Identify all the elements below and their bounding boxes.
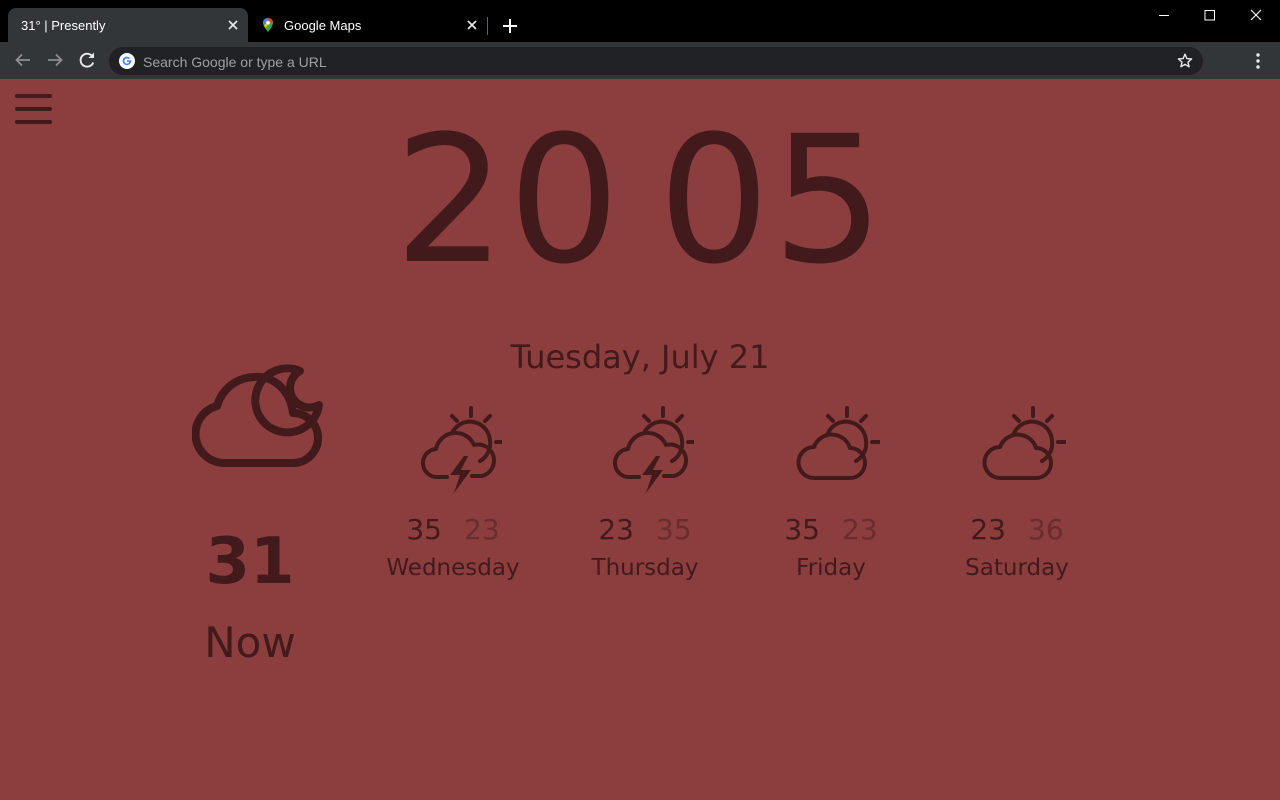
- current-temperature: 31: [205, 525, 295, 599]
- close-tab-icon[interactable]: [464, 17, 480, 33]
- google-g-icon: [119, 53, 135, 69]
- browser-toolbar: Search Google or type a URL: [0, 42, 1280, 79]
- forecast-day-name: Saturday: [965, 555, 1069, 581]
- current-label: Now: [204, 618, 296, 667]
- back-arrow-icon[interactable]: [11, 48, 35, 72]
- forecast-high: 23: [598, 513, 634, 546]
- forecast-temps: 35 23: [746, 513, 916, 547]
- presently-page: 20 05 Tuesday, July 21 31 Now 35 23 Wednes…: [0, 79, 1280, 800]
- bookmark-star-icon[interactable]: [1176, 52, 1194, 70]
- minimize-icon[interactable]: [1141, 0, 1187, 32]
- forecast-day-name: Friday: [796, 555, 866, 581]
- forecast-temps: 35 23: [368, 513, 538, 547]
- clock-minutes: 05: [658, 98, 886, 303]
- forecast-low: 23: [842, 513, 878, 546]
- maps-pin-icon: [263, 18, 273, 32]
- maximize-icon[interactable]: [1187, 0, 1233, 32]
- forecast-day-name: Wednesday: [386, 555, 520, 581]
- close-window-icon[interactable]: [1233, 0, 1279, 32]
- close-tab-icon[interactable]: [225, 17, 241, 33]
- tab-strip: 31° | Presently Google Maps: [0, 0, 1280, 42]
- forecast-day: 23 36 Saturday: [932, 403, 1102, 593]
- tab-title: Google Maps: [284, 18, 362, 33]
- tab-presently[interactable]: 31° | Presently: [8, 8, 248, 42]
- forecast-high: 35: [406, 513, 442, 546]
- omnibox-placeholder: Search Google or type a URL: [143, 54, 327, 70]
- forecast-temps: 23 35: [560, 513, 730, 547]
- forecast-low: 36: [1028, 513, 1064, 546]
- address-bar[interactable]: Search Google or type a URL: [109, 47, 1203, 75]
- forecast-low: 23: [464, 513, 500, 546]
- partly-cloudy-day-icon: [982, 406, 1066, 480]
- tab-title: 31° | Presently: [21, 18, 106, 33]
- forecast-day: 23 35 Thursday: [560, 403, 730, 593]
- forward-arrow-icon[interactable]: [43, 48, 67, 72]
- clock: 20 05: [0, 101, 1280, 301]
- forecast-day: 35 23 Wednesday: [368, 403, 538, 593]
- forecast-low: 35: [656, 513, 692, 546]
- tab-separator: [487, 17, 488, 35]
- thunderstorm-sun-icon: [420, 406, 502, 493]
- forecast-high: 23: [970, 513, 1006, 546]
- forecast-day: 35 23 Friday: [746, 403, 916, 593]
- partly-cloudy-day-icon: [796, 406, 880, 480]
- forecast-temps: 23 36: [932, 513, 1102, 547]
- reload-icon[interactable]: [75, 48, 99, 72]
- forecast-high: 35: [784, 513, 820, 546]
- browser-menu-icon[interactable]: [1248, 49, 1268, 73]
- clock-hours: 20: [394, 98, 622, 303]
- forecast-day-name: Thursday: [591, 555, 699, 581]
- thunderstorm-sun-icon: [612, 406, 694, 493]
- new-tab-icon[interactable]: [498, 14, 522, 38]
- tab-google-maps[interactable]: Google Maps: [248, 8, 488, 42]
- cloudy-night-icon: [192, 364, 323, 467]
